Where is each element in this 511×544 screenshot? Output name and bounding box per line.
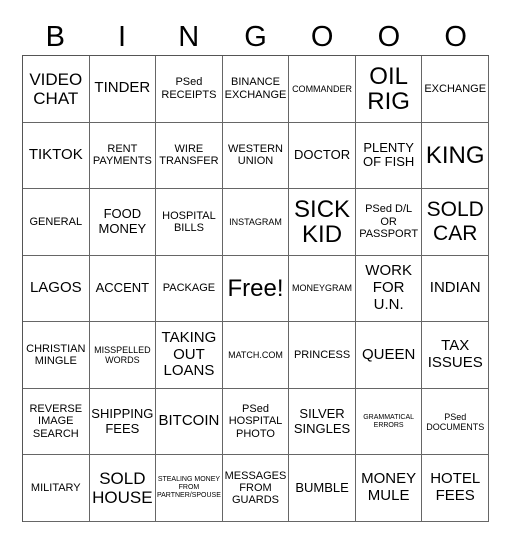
bingo-cell[interactable]: PACKAGE bbox=[156, 255, 223, 323]
bingo-cell[interactable]: MILITARY bbox=[23, 455, 90, 522]
bingo-cell[interactable]: SICK KID bbox=[289, 189, 356, 256]
header-letter: N bbox=[178, 21, 200, 53]
bingo-cell[interactable]: WIRE TRANSFER bbox=[156, 122, 223, 190]
bingo-cell[interactable]: TAKING OUT LOANS bbox=[156, 322, 223, 389]
header-letter: B bbox=[45, 21, 66, 53]
bingo-cell[interactable]: STEALING MONEY FROM PARTNER/SPOUSE bbox=[156, 455, 223, 522]
bingo-cell[interactable]: PRINCESS bbox=[289, 322, 356, 389]
bingo-cell[interactable]: TINDER bbox=[89, 56, 157, 123]
bingo-cell[interactable]: RENT PAYMENTS bbox=[89, 122, 157, 190]
bingo-cell[interactable]: HOSPITAL BILLS bbox=[156, 189, 223, 256]
bingo-cell[interactable]: COMMANDER bbox=[289, 56, 356, 123]
bingo-cell[interactable]: MATCH.COM bbox=[222, 322, 290, 389]
header-letter: I bbox=[118, 21, 127, 53]
bingo-cell[interactable]: FOOD MONEY bbox=[89, 189, 157, 256]
bingo-cell[interactable]: INDIAN bbox=[422, 255, 489, 323]
bingo-cell[interactable]: TIKTOK bbox=[23, 122, 90, 190]
bingo-cell[interactable]: MONEYGRAM bbox=[289, 255, 356, 323]
bingo-cell[interactable]: PSed HOSPITAL PHOTO bbox=[222, 388, 290, 456]
free-space-cell[interactable]: Free! bbox=[222, 255, 290, 323]
bingo-cell[interactable]: MISSPELLED WORDS bbox=[89, 322, 157, 389]
bingo-cell[interactable]: MESSAGES FROM GUARDS bbox=[222, 455, 290, 522]
bingo-board: VIDEO CHAT TINDER PSed RECEIPTS BINANCE EXC… bbox=[22, 55, 489, 522]
bingo-cell[interactable]: EXCHANGE bbox=[422, 56, 489, 123]
bingo-cell[interactable]: DOCTOR bbox=[289, 122, 356, 190]
bingo-cell[interactable]: WESTERN UNION bbox=[222, 122, 290, 190]
bingo-cell[interactable]: LAGOS bbox=[23, 255, 90, 323]
header-letter: G bbox=[244, 21, 267, 53]
bingo-cell[interactable]: SOLD CAR bbox=[422, 189, 489, 256]
bingo-cell[interactable]: TAX ISSUES bbox=[422, 322, 489, 389]
bingo-cell[interactable]: SOLD HOUSE bbox=[89, 455, 157, 522]
header-letter: O bbox=[377, 21, 401, 53]
bingo-cell[interactable]: CHRISTIAN MINGLE bbox=[23, 322, 90, 389]
bingo-header: B I N G O O O bbox=[22, 18, 489, 56]
bingo-cell[interactable]: INSTAGRAM bbox=[222, 189, 290, 256]
bingo-cell[interactable]: PSed DOCUMENTS bbox=[422, 388, 489, 456]
bingo-cell[interactable]: MONEY MULE bbox=[355, 455, 423, 522]
bingo-cell[interactable]: ACCENT bbox=[89, 255, 157, 323]
bingo-cell[interactable]: WORK FOR U.N. bbox=[355, 255, 423, 323]
bingo-cell[interactable]: QUEEN bbox=[355, 322, 423, 389]
bingo-cell[interactable]: VIDEO CHAT bbox=[23, 56, 90, 123]
bingo-cell[interactable]: GENERAL bbox=[23, 189, 90, 256]
bingo-cell[interactable]: OIL RIG bbox=[355, 56, 423, 123]
bingo-cell[interactable]: SILVER SINGLES bbox=[289, 388, 356, 456]
bingo-cell[interactable]: BUMBLE bbox=[289, 455, 356, 522]
bingo-cell[interactable]: BINANCE EXCHANGE bbox=[222, 56, 290, 123]
bingo-cell[interactable]: GRAMMATICAL ERRORS bbox=[355, 388, 423, 456]
bingo-cell[interactable]: BITCOIN bbox=[156, 388, 223, 456]
header-letter: O bbox=[310, 21, 334, 53]
bingo-cell[interactable]: PSed D/L OR PASSPORT bbox=[355, 189, 423, 256]
bingo-cell[interactable]: REVERSE IMAGE SEARCH bbox=[23, 388, 90, 456]
bingo-cell[interactable]: PSed RECEIPTS bbox=[156, 56, 223, 123]
bingo-cell[interactable]: KING bbox=[422, 122, 489, 190]
bingo-cell[interactable]: PLENTY OF FISH bbox=[355, 122, 423, 190]
bingo-cell[interactable]: HOTEL FEES bbox=[422, 455, 489, 522]
bingo-cell[interactable]: SHIPPING FEES bbox=[89, 388, 157, 456]
header-letter: O bbox=[444, 21, 467, 53]
